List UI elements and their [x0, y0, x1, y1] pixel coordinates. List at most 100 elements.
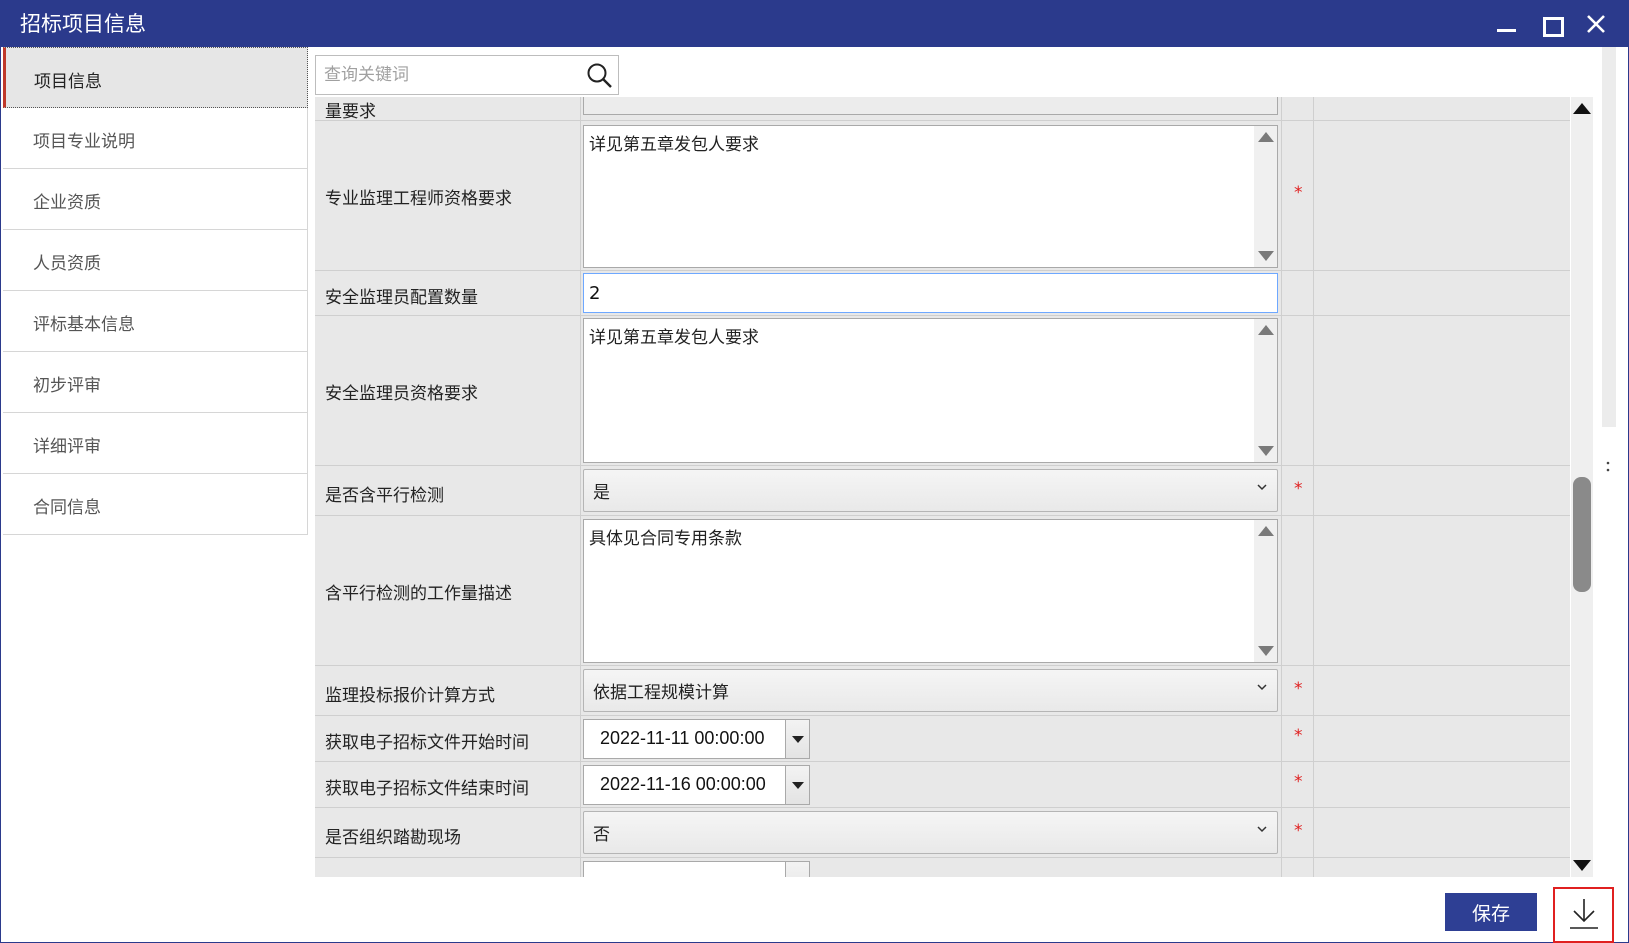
sidebar-item-company-qualification[interactable]: 企业资质: [3, 169, 308, 230]
form-row-partial: 量要求: [315, 97, 1570, 122]
required-mark: *: [1294, 821, 1303, 841]
scroll-up-icon[interactable]: [1258, 526, 1274, 536]
form-row: 获取电子招标文件开始时间 2022-11-11 00:00:00 *: [315, 716, 1570, 762]
form-label-cell: [315, 858, 581, 877]
sidebar-item-label: 详细评审: [33, 437, 101, 457]
form-label-cell: 获取电子招标文件开始时间: [315, 716, 581, 761]
sidebar-item-specialty-description[interactable]: 项目专业说明: [3, 108, 308, 169]
sidebar-item-project-info[interactable]: 项目信息: [3, 47, 308, 108]
parallel-testing-select[interactable]: 是: [583, 469, 1278, 512]
required-cell: *: [1281, 466, 1314, 515]
select-value: 否: [593, 825, 610, 845]
form-row: 含平行检测的工作量描述 具体见合同专用条款: [315, 516, 1570, 666]
select-value: 依据工程规模计算: [593, 683, 729, 703]
search-icon[interactable]: [586, 62, 614, 90]
textarea-scrollbar[interactable]: [1254, 319, 1277, 462]
required-cell: *: [1281, 666, 1314, 715]
safety-supervisor-qualification-textarea[interactable]: 详见第五章发包人要求: [583, 318, 1278, 463]
end-time-datepicker[interactable]: 2022-11-16 00:00:00: [583, 765, 810, 805]
form-label-cell: 是否组织踏勘现场: [315, 808, 581, 857]
dialog-window: 招标项目信息 项目信息 项目专业说明 企业资质 人员资质 评标基本信息 初步评审…: [0, 0, 1629, 943]
sidebar-item-label: 企业资质: [33, 193, 101, 213]
required-cell: [1281, 316, 1314, 465]
minimize-button[interactable]: [1491, 9, 1521, 39]
sidebar-item-label: 人员资质: [33, 254, 101, 274]
required-mark: *: [1294, 479, 1303, 499]
textarea-value: 详见第五章发包人要求: [589, 328, 759, 348]
scroll-down-icon[interactable]: [1258, 646, 1274, 656]
required-mark: *: [1294, 679, 1303, 699]
required-cell: [1281, 271, 1314, 315]
sidebar-nav: 项目信息 项目专业说明 企业资质 人员资质 评标基本信息 初步评审 详细评审 合…: [3, 47, 308, 539]
form-row: 安全监理员配置数量 2: [315, 271, 1570, 316]
form-row-partial: [315, 858, 1570, 877]
download-button[interactable]: [1553, 887, 1614, 943]
sidebar-item-personnel-qualification[interactable]: 人员资质: [3, 230, 308, 291]
required-mark: *: [1294, 772, 1303, 792]
scroll-down-icon[interactable]: [1573, 860, 1591, 871]
select-value: 是: [593, 483, 610, 503]
form-row: 是否含平行检测 是 *: [315, 466, 1570, 516]
form-label-cell: 是否含平行检测: [315, 466, 581, 515]
form-row: 获取电子招标文件结束时间 2022-11-16 00:00:00 *: [315, 762, 1570, 808]
form-label-cell: 含平行检测的工作量描述: [315, 516, 581, 665]
datepicker-dropdown-button[interactable]: [785, 720, 809, 758]
required-cell: [1281, 97, 1314, 120]
form-label-cell: 安全监理员配置数量: [315, 271, 581, 315]
scroll-up-icon[interactable]: [1258, 325, 1274, 335]
safety-supervisor-count-input[interactable]: 2: [583, 273, 1278, 313]
sidebar-item-contract-info[interactable]: 合同信息: [3, 474, 308, 535]
form-label: 安全监理员资格要求: [325, 384, 478, 404]
form-label: 安全监理员配置数量: [325, 288, 478, 308]
form-row: 是否组织踏勘现场 否 *: [315, 808, 1570, 858]
chevron-down-icon: [1257, 484, 1267, 491]
window-title: 招标项目信息: [20, 12, 146, 36]
datepicker-dropdown-button[interactable]: [785, 766, 809, 804]
maximize-button[interactable]: [1536, 9, 1566, 39]
form-label: 是否含平行检测: [325, 486, 444, 506]
textarea-scrollbar[interactable]: [1254, 520, 1277, 662]
sidebar-item-label: 项目信息: [34, 72, 102, 92]
form-label-cell: 量要求: [315, 97, 581, 122]
sidebar-item-evaluation-basic-info[interactable]: 评标基本信息: [3, 291, 308, 352]
scroll-up-icon[interactable]: [1573, 103, 1591, 114]
scrollbar-thumb[interactable]: [1573, 477, 1591, 592]
start-time-datepicker[interactable]: 2022-11-11 00:00:00: [583, 719, 810, 759]
datetime-value: 2022-11-11 00:00:00: [600, 728, 765, 748]
outer-scrollbar[interactable]: [1602, 47, 1616, 427]
partial-datepicker: [583, 861, 810, 877]
textarea-scrollbar[interactable]: [1254, 126, 1277, 267]
form-row: 安全监理员资格要求 详见第五章发包人要求: [315, 316, 1570, 466]
scroll-down-icon[interactable]: [1258, 446, 1274, 456]
save-button[interactable]: 保存: [1445, 893, 1537, 931]
form-scrollbar[interactable]: [1571, 97, 1593, 877]
sidebar-item-detailed-review[interactable]: 详细评审: [3, 413, 308, 474]
close-icon: [1587, 15, 1605, 33]
parallel-testing-workload-textarea[interactable]: 具体见合同专用条款: [583, 519, 1278, 663]
form-label-cell: 专业监理工程师资格要求: [315, 121, 581, 270]
sidebar-item-label: 项目专业说明: [33, 132, 135, 152]
required-cell: *: [1281, 121, 1314, 270]
site-survey-select[interactable]: 否: [583, 811, 1278, 854]
form-label: 专业监理工程师资格要求: [325, 189, 512, 209]
form-row: 监理投标报价计算方式 依据工程规模计算 *: [315, 666, 1570, 716]
bid-price-calculation-select[interactable]: 依据工程规模计算: [583, 669, 1278, 712]
resize-handle-icon[interactable]: [1606, 459, 1610, 475]
search-input[interactable]: [324, 62, 574, 88]
sidebar-item-preliminary-review[interactable]: 初步评审: [3, 352, 308, 413]
scroll-down-icon[interactable]: [1258, 251, 1274, 261]
required-mark: *: [1294, 183, 1303, 203]
title-bar: 招标项目信息: [1, 1, 1628, 47]
form-label: 是否组织踏勘现场: [325, 828, 461, 848]
form-area: 量要求 专业监理工程师资格要求 详见第五章发包人要求 * 安全监理员配置数量 2…: [315, 97, 1570, 877]
datepicker-dropdown-button: [785, 862, 809, 877]
scroll-up-icon[interactable]: [1258, 132, 1274, 142]
textarea-value: 具体见合同专用条款: [589, 529, 742, 549]
form-label: 监理投标报价计算方式: [325, 686, 495, 706]
engineer-qualification-textarea[interactable]: 详见第五章发包人要求: [583, 125, 1278, 268]
close-button[interactable]: [1581, 9, 1611, 39]
form-label: 获取电子招标文件结束时间: [325, 779, 529, 799]
sidebar-item-label: 初步评审: [33, 376, 101, 396]
search-box: [315, 55, 619, 95]
textarea-value: 详见第五章发包人要求: [589, 135, 759, 155]
